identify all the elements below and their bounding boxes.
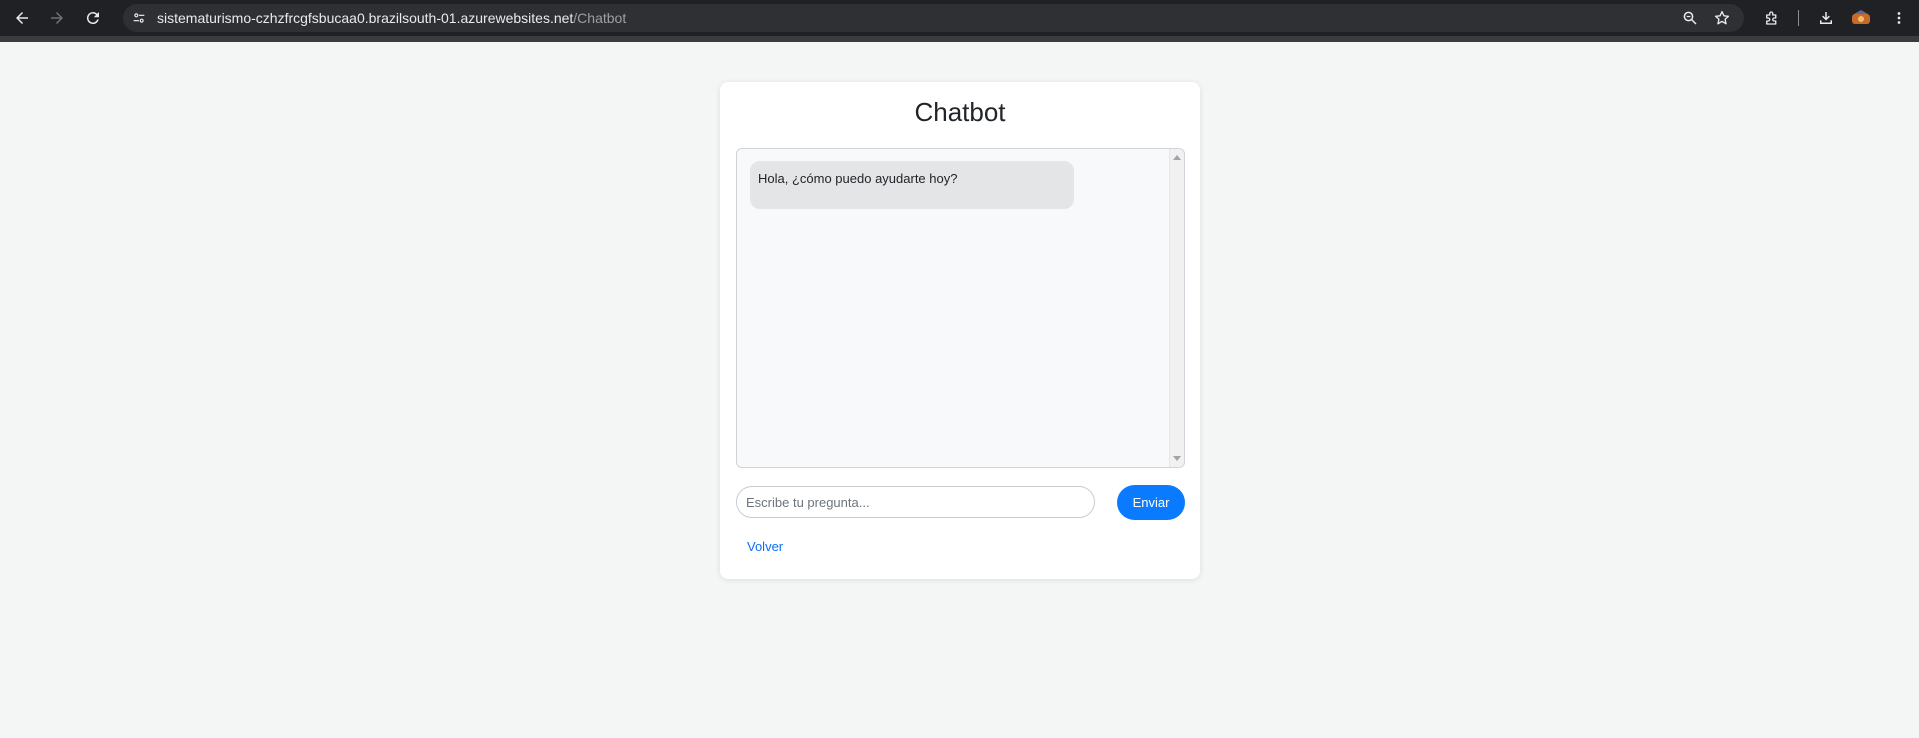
chat-messages-area[interactable]: Hola, ¿cómo puedo ayudarte hoy? <box>736 148 1185 468</box>
url-host: sistematurismo-czhzfrcgfsbucaa0.brazilso… <box>157 10 574 26</box>
url-text[interactable]: sistematurismo-czhzfrcgfsbucaa0.brazilso… <box>157 10 626 26</box>
toolbar-divider <box>1798 10 1799 26</box>
send-button[interactable]: Enviar <box>1117 485 1185 520</box>
forward-arrow-icon[interactable] <box>44 5 70 31</box>
page-title: Chatbot <box>914 97 1006 127</box>
site-info-icon[interactable] <box>127 6 151 30</box>
bot-message: Hola, ¿cómo puedo ayudarte hoy? <box>750 161 1074 209</box>
download-icon[interactable] <box>1813 5 1839 31</box>
scroll-up-arrow-icon[interactable] <box>1173 155 1181 160</box>
browser-toolbar: sistematurismo-czhzfrcgfsbucaa0.brazilso… <box>0 0 1919 36</box>
reload-icon[interactable] <box>80 5 106 31</box>
url-path: /Chatbot <box>573 10 627 26</box>
question-input[interactable] <box>736 486 1095 518</box>
chatbot-card: Chatbot Hola, ¿cómo puedo ayudarte hoy? … <box>720 82 1200 579</box>
back-link[interactable]: Volver <box>747 539 783 554</box>
more-menu-icon[interactable] <box>1886 5 1912 31</box>
zoom-icon[interactable] <box>1677 5 1703 31</box>
toolbar-shadow <box>0 36 1919 42</box>
bookmark-star-icon[interactable] <box>1709 5 1735 31</box>
scroll-down-arrow-icon[interactable] <box>1173 456 1181 461</box>
extensions-icon[interactable] <box>1759 5 1785 31</box>
back-arrow-icon[interactable] <box>9 5 35 31</box>
chat-scrollbar[interactable] <box>1169 149 1184 467</box>
profile-avatar-icon[interactable] <box>1850 8 1872 28</box>
